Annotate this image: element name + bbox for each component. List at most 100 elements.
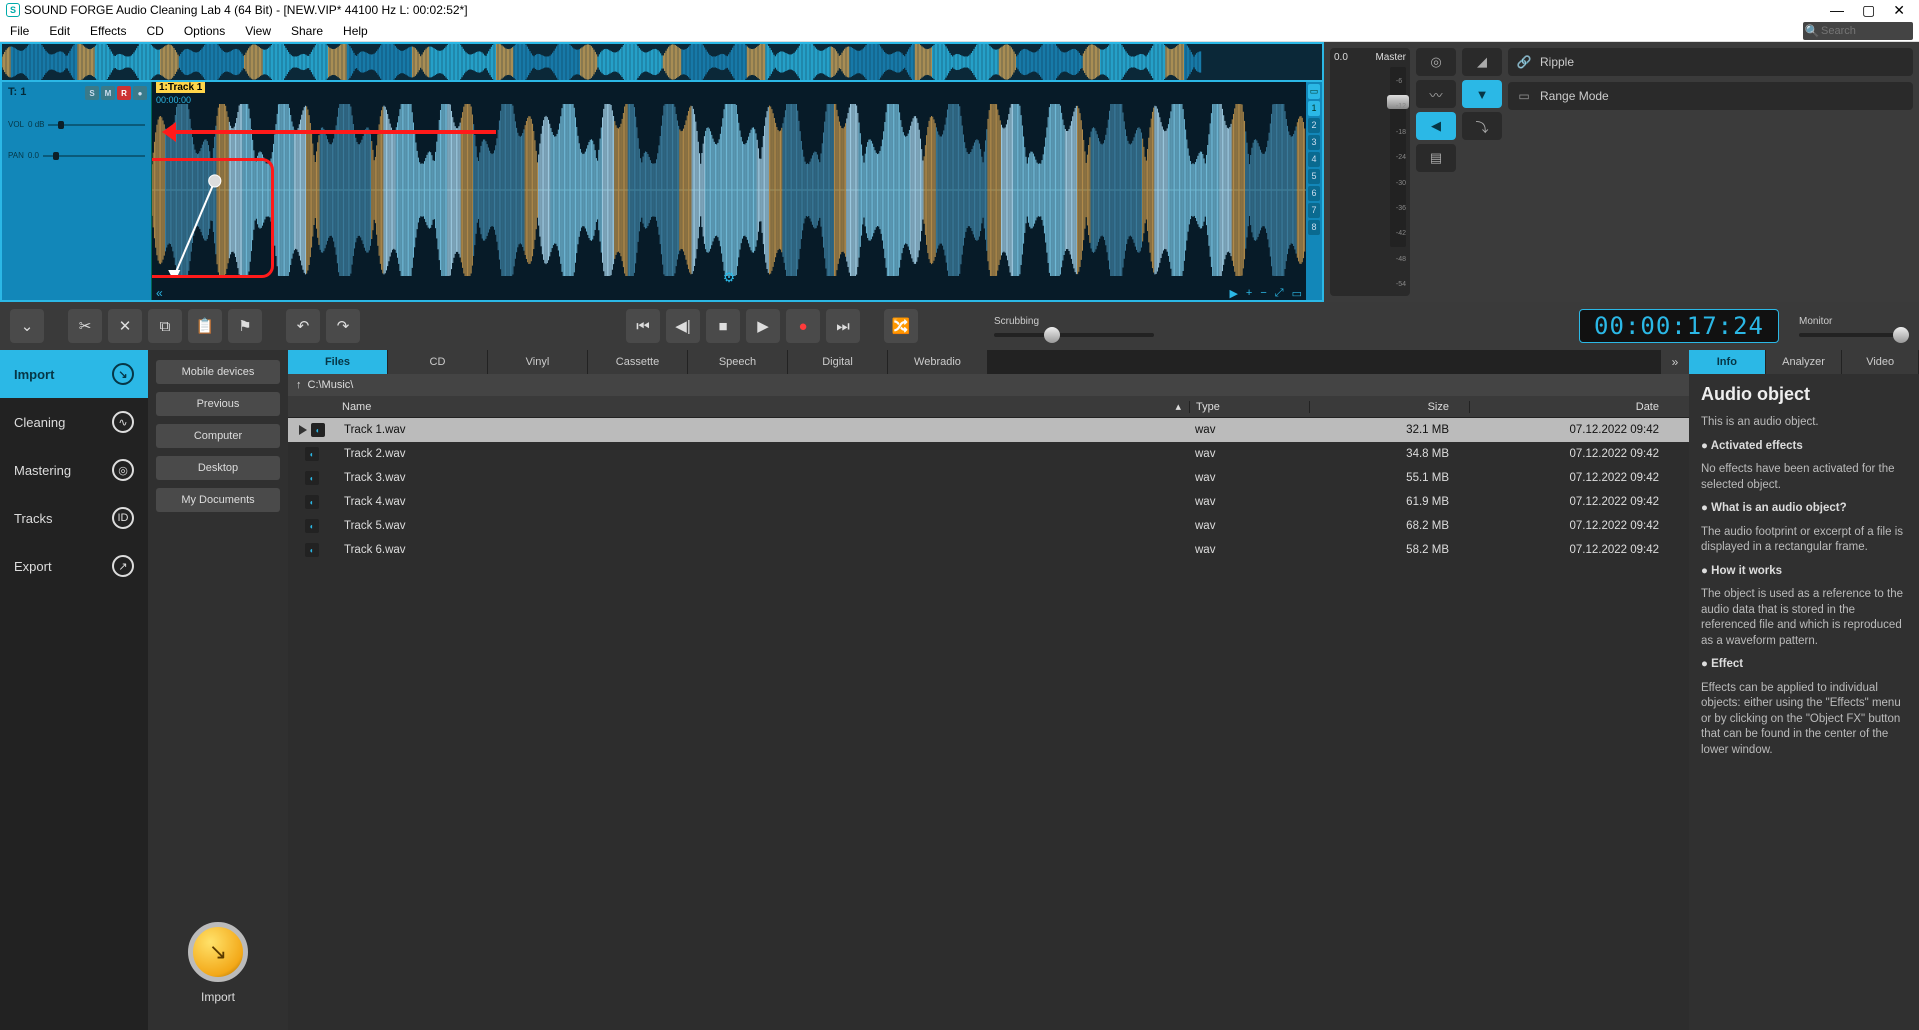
col-type[interactable]: Type (1189, 401, 1309, 413)
location-computer[interactable]: Computer (156, 424, 280, 448)
slope-icon[interactable]: ◢ (1462, 48, 1502, 76)
object-fx-icon[interactable]: ⚙ (723, 269, 736, 286)
location-mobile[interactable]: Mobile devices (156, 360, 280, 384)
path-up-icon[interactable]: ↑ (296, 379, 302, 391)
undo-icon[interactable]: ↶ (286, 309, 320, 343)
loop-icon[interactable]: ◎ (1416, 48, 1456, 76)
menu-view[interactable]: View (235, 20, 281, 41)
wave-icon[interactable]: 〰 (1416, 80, 1456, 108)
marker-6[interactable]: 6 (1308, 186, 1320, 201)
tab-overflow-icon[interactable]: » (1661, 350, 1689, 374)
play-section-icon[interactable]: ▶ (1229, 287, 1237, 300)
file-row[interactable]: ◐Track 3.wavwav55.1 MB07.12.2022 09:42 (288, 466, 1689, 490)
arrow-down-icon[interactable]: ▼ (1462, 80, 1502, 108)
tab-cassette[interactable]: Cassette (588, 350, 688, 374)
col-date[interactable]: Date (1469, 401, 1689, 413)
shuffle-icon[interactable]: 🔀 (884, 309, 918, 343)
tab-digital[interactable]: Digital (788, 350, 888, 374)
track-mute-button[interactable]: M (101, 86, 115, 100)
col-name[interactable]: Name▴ (336, 400, 1189, 413)
file-row[interactable]: ◐Track 4.wavwav61.9 MB07.12.2022 09:42 (288, 490, 1689, 514)
track-solo-button[interactable]: S (85, 86, 99, 100)
tab-files[interactable]: Files (288, 350, 388, 374)
range-mode-toggle[interactable]: ▭Range Mode (1508, 82, 1913, 110)
tab-speech[interactable]: Speech (688, 350, 788, 374)
marker-icon[interactable]: ▭ (1308, 84, 1320, 99)
file-row[interactable]: ◐Track 2.wavwav34.8 MB07.12.2022 09:42 (288, 442, 1689, 466)
search-box[interactable]: 🔍 (1803, 22, 1913, 40)
zoom-fit-icon[interactable]: ⤢ (1275, 287, 1284, 300)
menu-share[interactable]: Share (281, 20, 333, 41)
track-collapse-icon[interactable]: « (156, 286, 163, 300)
info-tab-video[interactable]: Video (1842, 350, 1919, 374)
zoom-select-icon[interactable]: ▭ (1292, 287, 1302, 300)
arrow-left-icon[interactable]: ◀ (1416, 112, 1456, 140)
marker-7[interactable]: 7 (1308, 203, 1320, 218)
nav-export[interactable]: Export↗ (0, 542, 148, 590)
pan-slider[interactable] (43, 155, 145, 157)
window-minimize-icon[interactable]: — (1830, 2, 1844, 19)
window-close-icon[interactable]: ✕ (1893, 2, 1905, 19)
file-row[interactable]: ◐Track 1.wavwav32.1 MB07.12.2022 09:42 (288, 418, 1689, 442)
zoom-out-icon[interactable]: − (1260, 287, 1266, 300)
curve-icon[interactable]: ⤵ (1462, 112, 1502, 140)
file-row[interactable]: ◐Track 5.wavwav68.2 MB07.12.2022 09:42 (288, 514, 1689, 538)
search-input[interactable] (1821, 25, 1901, 37)
paste-icon[interactable]: 📋 (188, 309, 222, 343)
menu-help[interactable]: Help (333, 20, 378, 41)
prev-marker-icon[interactable]: ◀| (666, 309, 700, 343)
timecode-display[interactable]: 00:00:17:24 (1579, 309, 1779, 343)
info-tab-analyzer[interactable]: Analyzer (1766, 350, 1843, 374)
marker-4[interactable]: 4 (1308, 152, 1320, 167)
track-content[interactable]: 1:Track 1 00:00:00 ⚙ ▶ + − ⤢ ▭ (152, 82, 1306, 300)
bars-icon[interactable]: ▤ (1416, 144, 1456, 172)
menu-edit[interactable]: Edit (39, 20, 80, 41)
track-more-button[interactable]: ● (133, 86, 147, 100)
menu-file[interactable]: File (0, 20, 39, 41)
track-record-arm-button[interactable]: R (117, 86, 131, 100)
tab-cd[interactable]: CD (388, 350, 488, 374)
delete-icon[interactable]: ✕ (108, 309, 142, 343)
copy-icon[interactable]: ⧉ (148, 309, 182, 343)
clip-label[interactable]: 1:Track 1 (156, 82, 205, 93)
location-previous[interactable]: Previous (156, 392, 280, 416)
tab-webradio[interactable]: Webradio (888, 350, 988, 374)
expand-down-icon[interactable]: ⌄ (10, 309, 44, 343)
marker-8[interactable]: 8 (1308, 220, 1320, 235)
marker-3[interactable]: 3 (1308, 135, 1320, 150)
stop-icon[interactable]: ■ (706, 309, 740, 343)
marker-1[interactable]: 1 (1308, 101, 1320, 116)
redo-icon[interactable]: ↷ (326, 309, 360, 343)
marker-5[interactable]: 5 (1308, 169, 1320, 184)
play-icon[interactable]: ▶ (746, 309, 780, 343)
waveform-display[interactable] (152, 104, 1306, 276)
skip-start-icon[interactable]: ⏮ (626, 309, 660, 343)
scrub-slider[interactable] (994, 333, 1154, 337)
marker-2[interactable]: 2 (1308, 118, 1320, 133)
nav-mastering[interactable]: Mastering◎ (0, 446, 148, 494)
import-big-button[interactable]: ↘ Import (188, 922, 248, 1004)
record-icon[interactable]: ● (786, 309, 820, 343)
menu-options[interactable]: Options (174, 20, 235, 41)
menu-cd[interactable]: CD (137, 20, 174, 41)
menu-effects[interactable]: Effects (80, 20, 136, 41)
file-row[interactable]: ◐Track 6.wavwav58.2 MB07.12.2022 09:42 (288, 538, 1689, 562)
col-size[interactable]: Size (1309, 401, 1469, 413)
flag-icon[interactable]: ⚑ (228, 309, 262, 343)
tab-vinyl[interactable]: Vinyl (488, 350, 588, 374)
overview-waveform[interactable] (0, 42, 1324, 82)
location-desktop[interactable]: Desktop (156, 456, 280, 480)
play-preview-icon[interactable] (299, 425, 307, 435)
nav-cleaning[interactable]: Cleaning∿ (0, 398, 148, 446)
monitor-slider[interactable] (1799, 333, 1909, 337)
nav-tracks[interactable]: TracksID (0, 494, 148, 542)
nav-import[interactable]: Import↘ (0, 350, 148, 398)
zoom-in-icon[interactable]: + (1246, 287, 1252, 300)
location-documents[interactable]: My Documents (156, 488, 280, 512)
path-text[interactable]: C:\Music\ (308, 379, 354, 391)
cut-icon[interactable]: ✂ (68, 309, 102, 343)
info-tab-info[interactable]: Info (1689, 350, 1766, 374)
skip-end-icon[interactable]: ⏭ (826, 309, 860, 343)
ripple-toggle[interactable]: 🔗Ripple (1508, 48, 1913, 76)
volume-slider[interactable] (48, 124, 145, 126)
